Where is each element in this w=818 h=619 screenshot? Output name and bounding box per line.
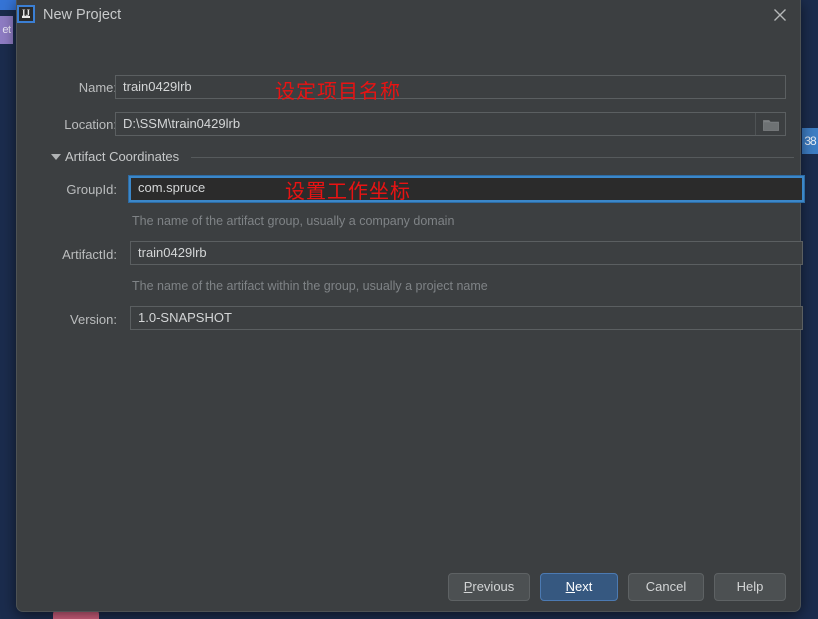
group-id-input[interactable]: com.spruce [128,175,805,203]
artifact-id-label: ArtifactId: [62,247,117,262]
version-label: Version: [70,312,117,327]
close-button[interactable] [762,2,798,28]
next-button[interactable]: Next [540,573,618,601]
group-id-hint: The name of the artifact group, usually … [132,214,455,228]
cancel-button[interactable]: Cancel [628,573,704,601]
dialog-titlebar: IJ New Project [17,0,800,30]
app-icon-underline [22,16,30,18]
next-button-label: ext [575,579,593,594]
ide-top-accent-strip [0,0,16,10]
previous-button-label: revious [472,579,515,594]
artifact-id-input[interactable]: train0429lrb [130,241,803,265]
location-label: Location: [64,117,117,132]
name-label: Name: [78,80,117,95]
chevron-down-icon[interactable] [51,154,61,160]
location-browse-button[interactable] [755,113,785,135]
artifact-coordinates-label: Artifact Coordinates [65,149,180,164]
intellij-idea-icon: IJ [17,5,35,23]
help-button[interactable]: Help [714,573,786,601]
new-project-dialog: IJ New Project Name: train0429lrb Locati… [16,0,805,612]
ide-left-tool-tab[interactable]: et [0,16,13,44]
section-divider [191,157,794,158]
folder-icon [763,120,779,131]
dialog-footer: Previous Next Cancel Help [17,573,800,601]
close-icon [774,9,786,21]
ide-right-badge[interactable]: 38 [802,128,818,154]
previous-button[interactable]: Previous [448,573,530,601]
location-input[interactable]: D:\SSM\train0429lrb [115,112,786,136]
version-input[interactable]: 1.0-SNAPSHOT [130,306,803,330]
artifact-coordinates-group[interactable]: Artifact Coordinates [49,149,794,165]
dialog-title: New Project [43,7,122,23]
name-input[interactable]: train0429lrb [115,75,786,99]
next-button-mnemonic: N [565,579,576,594]
artifact-id-hint: The name of the artifact within the grou… [132,279,488,293]
group-id-label: GroupId: [66,182,117,197]
